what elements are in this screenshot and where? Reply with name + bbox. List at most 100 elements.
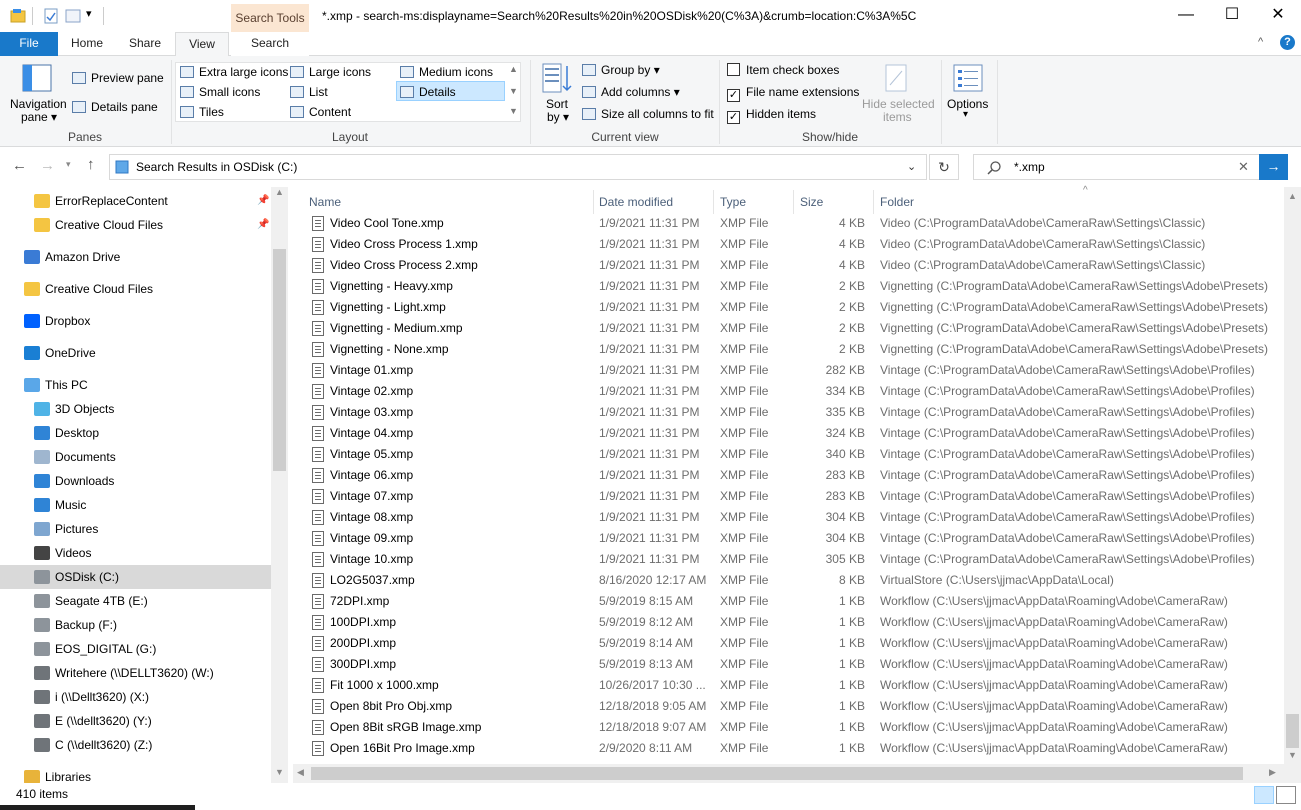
nav-scrollbar-thumb[interactable] — [273, 249, 286, 471]
nav-item[interactable]: Creative Cloud Files — [0, 213, 271, 237]
nav-item[interactable]: EOS_DIGITAL (G:) — [0, 637, 271, 661]
item-check-boxes-toggle[interactable]: Item check boxes — [727, 63, 839, 77]
table-row[interactable]: Vignetting - Medium.xmp 1/9/2021 11:31 PM… — [293, 318, 1283, 339]
layout-large-icons[interactable]: Large icons — [290, 65, 371, 79]
details-pane-button[interactable]: Details pane — [72, 100, 158, 114]
column-header-size[interactable]: Size — [800, 193, 823, 211]
divider[interactable] — [713, 190, 714, 214]
divider[interactable] — [873, 190, 874, 214]
tab-view[interactable]: View — [175, 32, 229, 57]
column-header-type[interactable]: Type — [720, 193, 746, 211]
forward-arrow-icon[interactable]: → — [40, 157, 55, 174]
table-row[interactable]: Fit 1000 x 1000.xmp 10/26/2017 10:30 ... X… — [293, 675, 1283, 696]
layout-small-icons[interactable]: Small icons — [180, 85, 260, 99]
refresh-button[interactable]: ↻ — [929, 154, 959, 180]
horizontal-scrollbar-thumb[interactable] — [311, 767, 1243, 780]
tab-file[interactable]: File — [0, 32, 58, 56]
vertical-scrollbar-thumb[interactable] — [1286, 714, 1299, 748]
table-row[interactable]: 300DPI.xmp 5/9/2019 8:13 AM XMP File 1 KB Wo… — [293, 654, 1283, 675]
tab-share[interactable]: Share — [118, 32, 172, 56]
nav-item[interactable]: OneDrive — [0, 341, 271, 365]
nav-item[interactable]: Libraries — [0, 765, 271, 783]
sort-by-icon[interactable] — [542, 62, 572, 94]
table-row[interactable]: Vintage 04.xmp 1/9/2021 11:31 PM XMP File 3… — [293, 423, 1283, 444]
table-row[interactable]: Vintage 02.xmp 1/9/2021 11:31 PM XMP File 3… — [293, 381, 1283, 402]
table-row[interactable]: 200DPI.xmp 5/9/2019 8:14 AM XMP File 1 KB Wo… — [293, 633, 1283, 654]
clear-search-icon[interactable]: ✕ — [1238, 155, 1249, 179]
details-view-toggle[interactable] — [1254, 786, 1274, 804]
vertical-scrollbar[interactable] — [1284, 187, 1301, 783]
layout-details[interactable]: Details — [396, 81, 505, 101]
search-go-button[interactable]: → — [1259, 154, 1288, 180]
hidden-items-toggle[interactable]: ✓ Hidden items — [727, 107, 816, 124]
scroll-right-icon[interactable]: ▶ — [1269, 767, 1276, 778]
nav-item[interactable]: Music — [0, 493, 271, 517]
navigation-pane-icon[interactable] — [22, 64, 52, 92]
table-row[interactable]: Video Cross Process 1.xmp 1/9/2021 11:31 … — [293, 234, 1283, 255]
address-bar[interactable]: Search Results in OSDisk (C:) ⌄ — [109, 154, 927, 180]
nav-item[interactable]: Dropbox — [0, 309, 271, 333]
nav-item[interactable]: Creative Cloud Files — [0, 277, 271, 301]
tab-home[interactable]: Home — [60, 32, 114, 56]
options-icon[interactable] — [953, 64, 983, 92]
scroll-up-icon[interactable]: ▲ — [275, 187, 284, 197]
collapse-ribbon-icon[interactable]: ^ — [1258, 36, 1263, 48]
size-all-columns-button[interactable]: Size all columns to fit — [582, 107, 714, 121]
scroll-down-icon[interactable]: ▼ — [1288, 750, 1297, 760]
divider[interactable] — [793, 190, 794, 214]
column-header-date[interactable]: Date modified — [599, 193, 673, 211]
table-row[interactable]: Open 16Bit Pro Image.xmp 2/9/2020 8:11 AM… — [293, 738, 1283, 759]
gallery-scroll-down-icon[interactable]: ▼ — [509, 86, 518, 96]
search-box[interactable]: *.xmp ✕ — [973, 154, 1260, 180]
table-row[interactable]: Vintage 06.xmp 1/9/2021 11:31 PM XMP File 2… — [293, 465, 1283, 486]
pin-icon[interactable]: 📌 — [257, 219, 269, 230]
nav-item[interactable]: Pictures — [0, 517, 271, 541]
recent-locations-icon[interactable]: ▾ — [66, 159, 71, 170]
nav-item[interactable]: Amazon Drive — [0, 245, 271, 269]
table-row[interactable]: Open 8bit Pro Obj.xmp 12/18/2018 9:05 AM X… — [293, 696, 1283, 717]
explorer-icon[interactable] — [10, 8, 26, 24]
column-header-folder[interactable]: Folder — [880, 193, 914, 211]
nav-item[interactable]: This PC — [0, 373, 271, 397]
scroll-left-icon[interactable]: ◀ — [297, 767, 304, 778]
hide-selected-icon[interactable] — [884, 63, 908, 93]
back-arrow-icon[interactable]: ← — [12, 157, 27, 174]
sort-by-button-caption[interactable]: by ▾ — [547, 110, 569, 124]
nav-item[interactable]: Backup (F:) — [0, 613, 271, 637]
preview-pane-button[interactable]: Preview pane — [72, 71, 164, 85]
scroll-up-icon[interactable]: ▲ — [1288, 191, 1297, 201]
minimize-button[interactable]: — — [1163, 0, 1209, 32]
nav-item[interactable]: Downloads — [0, 469, 271, 493]
sort-by-button[interactable]: Sort — [546, 97, 568, 111]
nav-item[interactable]: i (\\Dellt3620) (X:) — [0, 685, 271, 709]
table-row[interactable]: Video Cool Tone.xmp 1/9/2021 11:31 PM XMP … — [293, 213, 1283, 234]
table-row[interactable]: Vintage 08.xmp 1/9/2021 11:31 PM XMP File 3… — [293, 507, 1283, 528]
column-header-name[interactable]: Name — [309, 193, 341, 211]
nav-item[interactable]: OSDisk (C:) — [0, 565, 271, 589]
table-row[interactable]: Vignetting - Heavy.xmp 1/9/2021 11:31 PM X… — [293, 276, 1283, 297]
table-row[interactable]: Vintage 03.xmp 1/9/2021 11:31 PM XMP File 3… — [293, 402, 1283, 423]
table-row[interactable]: Vignetting - None.xmp 1/9/2021 11:31 PM XM… — [293, 339, 1283, 360]
hide-selected-items-caption[interactable]: items — [883, 110, 912, 124]
table-row[interactable]: Vintage 09.xmp 1/9/2021 11:31 PM XMP File 3… — [293, 528, 1283, 549]
table-row[interactable]: 72DPI.xmp 5/9/2019 8:15 AM XMP File 1 KB Wor… — [293, 591, 1283, 612]
address-dropdown-icon[interactable]: ⌄ — [907, 155, 916, 179]
table-row[interactable]: LO2G5037.xmp 8/16/2020 12:17 AM XMP File 8 … — [293, 570, 1283, 591]
new-folder-icon[interactable] — [65, 8, 81, 24]
layout-tiles[interactable]: Tiles — [180, 105, 224, 119]
table-row[interactable]: Vignetting - Light.xmp 1/9/2021 11:31 PM X… — [293, 297, 1283, 318]
table-row[interactable]: Open 8Bit sRGB Image.xmp 12/18/2018 9:07 … — [293, 717, 1283, 738]
options-dropdown-icon[interactable]: ▾ — [963, 109, 968, 120]
table-row[interactable]: Vintage 07.xmp 1/9/2021 11:31 PM XMP File 2… — [293, 486, 1283, 507]
search-input[interactable]: *.xmp — [1014, 155, 1045, 179]
large-icons-view-toggle[interactable] — [1276, 786, 1296, 804]
pin-icon[interactable]: 📌 — [257, 195, 269, 206]
nav-item[interactable]: Videos — [0, 541, 271, 565]
add-columns-button[interactable]: Add columns ▾ — [582, 85, 680, 99]
properties-icon[interactable] — [43, 8, 59, 24]
divider[interactable] — [593, 190, 594, 214]
layout-list[interactable]: List — [290, 85, 328, 99]
nav-item[interactable]: Documents — [0, 445, 271, 469]
navigation-pane-button-caption[interactable]: pane ▾ — [21, 110, 57, 124]
nav-item[interactable]: Seagate 4TB (E:) — [0, 589, 271, 613]
